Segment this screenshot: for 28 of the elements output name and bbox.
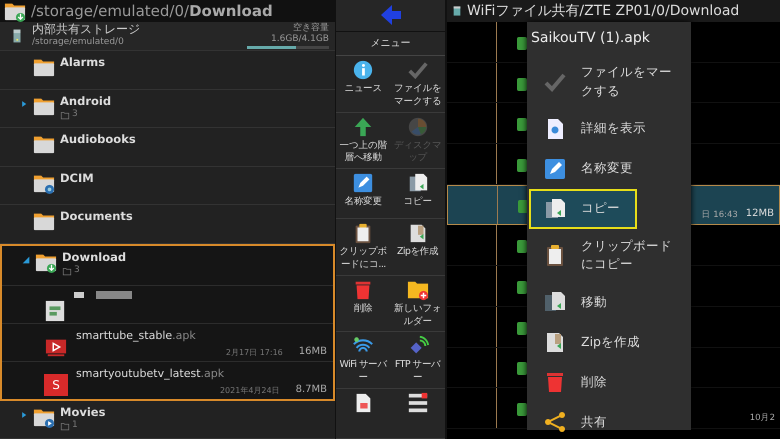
file-size: 16MB [298, 344, 327, 359]
folder-name: Movies [60, 406, 106, 420]
folder-name: Android [60, 94, 112, 108]
storage-path: /storage/emulated/0 [32, 36, 125, 49]
folder-name: Alarms [60, 56, 106, 70]
file-date: 2月17日 17:16 [226, 346, 283, 359]
free-space-label: 空き容量 [292, 23, 329, 34]
file-name: smartyoutubetv_latest.apk [76, 366, 224, 382]
file-size: 12MB [746, 207, 774, 222]
menu-title: SaikouTV (1).apk [530, 29, 651, 48]
folder-name: Download [62, 250, 126, 264]
storage-name: 内部共有ストレージ [32, 22, 140, 36]
path-title: /storage/emulated/0/Download [31, 0, 273, 22]
file-date: 2021年4月24日 [220, 384, 280, 397]
item-count: 3 [74, 264, 80, 278]
folder-name: Documents [60, 210, 133, 224]
file-size: 8.7MB [296, 382, 327, 397]
app-letter-icon: S [44, 374, 68, 396]
item-count: 3 [72, 108, 78, 122]
free-space-value: 1.6GB/4.1GB [270, 34, 329, 45]
menu-title: メニュー [336, 32, 445, 56]
file-date: 10月2 [750, 412, 775, 425]
file-date: 日 16:43 [702, 208, 738, 222]
folder-name: Audiobooks [60, 133, 136, 147]
window-title: WiFiファイル共有/ZTE ZP01/0/Download [467, 2, 740, 20]
item-count: 1 [72, 419, 78, 432]
folder-name: DCIM [60, 172, 94, 186]
file-name: smarttube_stable.apk [76, 328, 196, 344]
